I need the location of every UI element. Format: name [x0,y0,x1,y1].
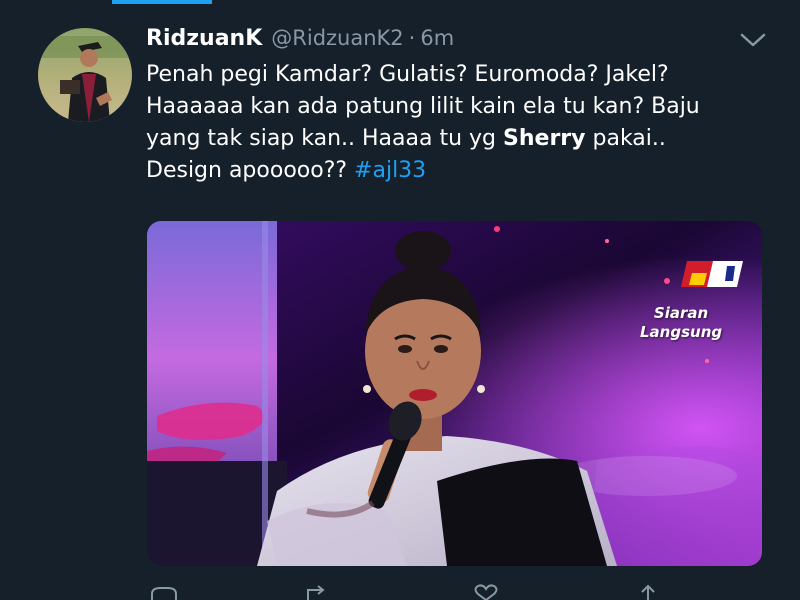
tweet-card[interactable]: RidzuanK @RidzuanK2 · 6m Penah pegi Kamd… [0,0,800,600]
hashtag-link[interactable]: #ajl33 [354,158,426,183]
user-handle[interactable]: @RidzuanK2 [271,26,403,50]
tweet-text-line: Penah pegi Kamdar? Gulatis? Euromoda? Ja… [146,62,669,87]
tweet-bold-word: Sherry [503,126,586,151]
tweet-text-line: yang tak siap kan.. Haaaa tu yg Sherry p… [146,123,786,155]
tweet-actions [140,584,700,600]
broadcast-line: Siaran [653,304,709,322]
like-icon[interactable] [470,584,502,600]
avatar[interactable] [38,28,132,122]
tweet-text-segment: Design apooooo?? [146,158,355,183]
chevron-down-icon[interactable] [738,30,768,50]
reply-icon[interactable] [148,584,180,600]
tweet-text-line: Design apooooo?? #ajl33 [146,155,786,187]
tweet-text-line: Haaaaaa kan ada patung lilit kain ela tu… [146,94,700,119]
display-name[interactable]: RidzuanK [146,26,262,51]
share-icon[interactable] [632,584,664,600]
tweet-text-segment: pakai.. [585,126,666,151]
separator-dot: · [408,26,416,50]
tweet-media-image[interactable] [147,221,762,566]
tweet-header: RidzuanK @RidzuanK2 · 6m [146,26,454,56]
top-tab-indicator [112,0,212,4]
broadcast-label: Siaran Langsung [640,304,722,342]
retweet-icon[interactable] [302,584,334,600]
tweet-text-segment: yang tak siap kan.. Haaaa tu yg [146,126,504,151]
broadcast-line: Langsung [640,323,723,341]
tweet-text: Penah pegi Kamdar? Gulatis? Euromoda? Ja… [146,59,786,187]
timestamp[interactable]: 6m [420,26,454,50]
